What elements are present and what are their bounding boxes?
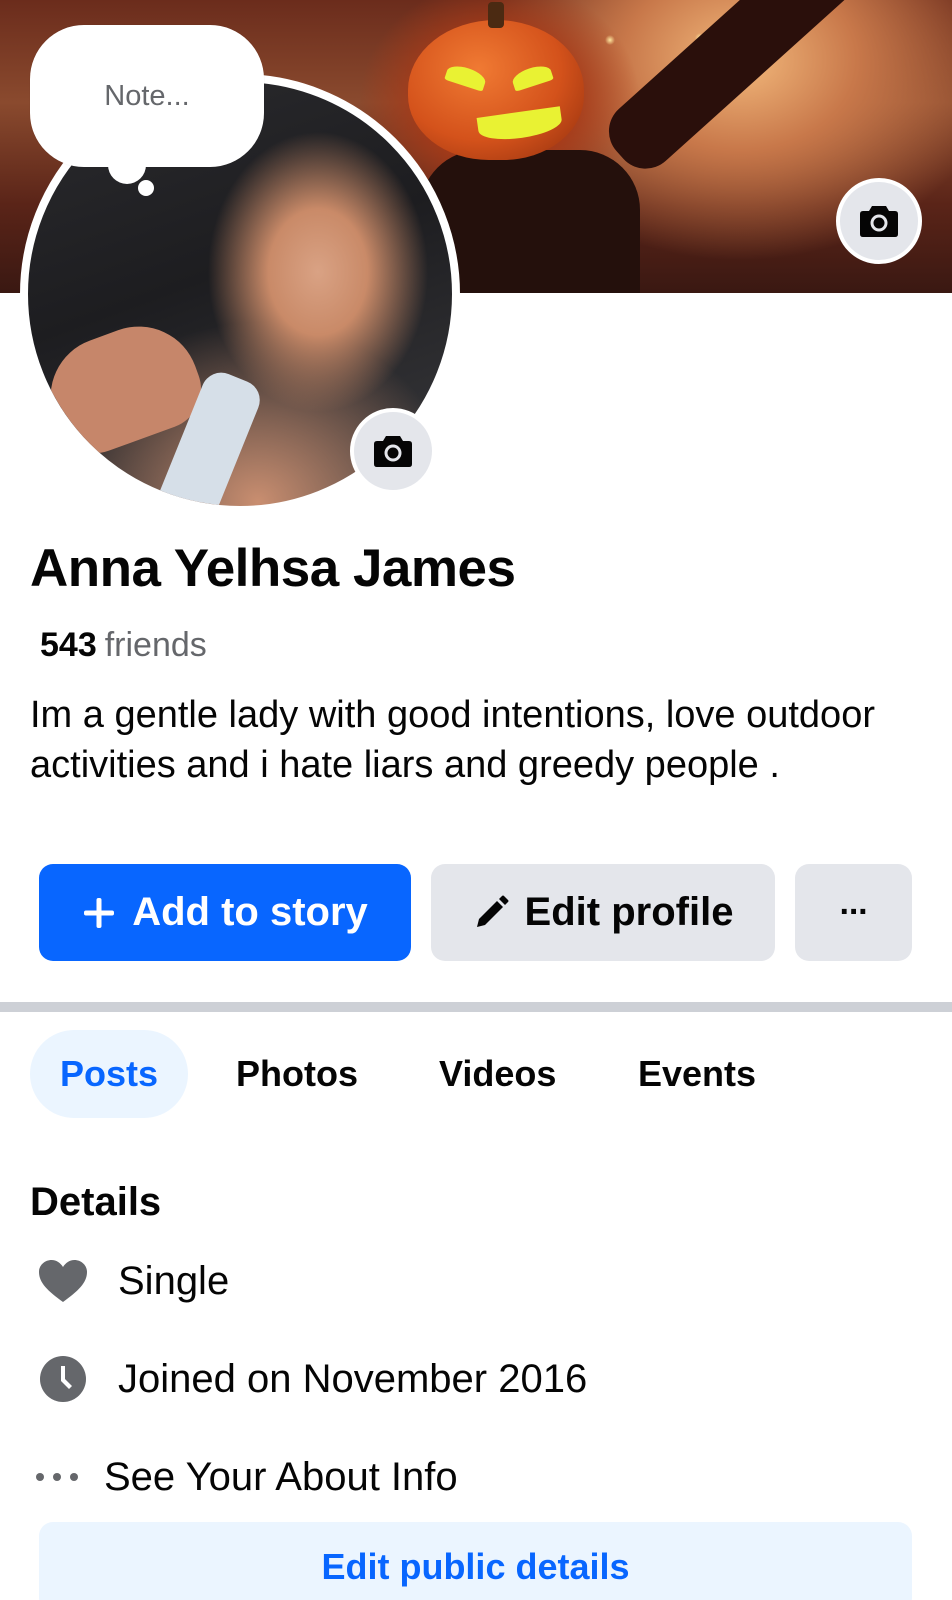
friends-label: friends: [104, 626, 207, 664]
profile-camera-button[interactable]: [350, 408, 436, 494]
detail-joined-text: Joined on November 2016: [118, 1356, 588, 1401]
more-options-button[interactable]: ···: [795, 864, 912, 961]
plus-icon: [82, 896, 116, 930]
edit-public-details-button[interactable]: Edit public details: [39, 1522, 912, 1600]
note-bubble-tail-small: [138, 180, 154, 196]
heart-icon: [38, 1256, 88, 1306]
profile-bio: Im a gentle lady with good intentions, l…: [30, 694, 875, 786]
detail-joined: Joined on November 2016: [38, 1354, 587, 1404]
tab-posts[interactable]: Posts: [30, 1030, 189, 1118]
add-to-story-button[interactable]: Add to story: [39, 864, 411, 961]
detail-relationship-text: Single: [118, 1258, 230, 1303]
more-dots-icon: ···: [839, 893, 870, 931]
see-about-info-link[interactable]: See Your About Info: [34, 1452, 458, 1502]
cover-camera-button[interactable]: [836, 178, 922, 264]
scarecrow-arm: [596, 0, 911, 182]
pencil-icon: [473, 895, 509, 931]
profile-name: Anna Yelhsa James: [30, 539, 516, 598]
add-to-story-label: Add to story: [132, 890, 368, 934]
tab-events[interactable]: Events: [638, 1030, 756, 1118]
jack-o-lantern: [408, 2, 584, 160]
details-heading: Details: [30, 1180, 162, 1224]
section-divider: [0, 1002, 952, 1012]
note-bubble[interactable]: Note...: [30, 25, 264, 167]
friends-number: 543: [40, 626, 97, 664]
tab-videos[interactable]: Videos: [439, 1030, 556, 1118]
friends-count[interactable]: 543 friends: [40, 626, 207, 665]
note-placeholder: Note...: [104, 79, 190, 112]
tab-photos[interactable]: Photos: [236, 1030, 358, 1118]
more-dots-icon: [34, 1452, 80, 1502]
see-about-info-text: See Your About Info: [104, 1454, 458, 1499]
detail-relationship: Single: [38, 1256, 229, 1306]
edit-profile-label: Edit profile: [524, 890, 734, 934]
camera-icon: [860, 206, 898, 237]
edit-profile-button[interactable]: Edit profile: [431, 864, 775, 961]
camera-icon: [374, 436, 412, 467]
note-bubble-tail: [108, 146, 146, 184]
clock-icon: [38, 1354, 88, 1404]
